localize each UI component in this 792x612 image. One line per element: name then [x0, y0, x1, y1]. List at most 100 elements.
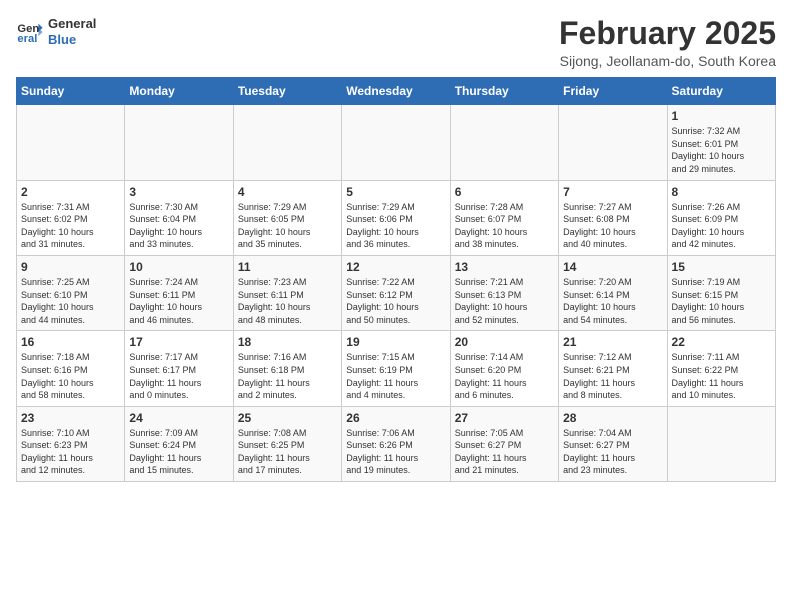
logo: Gen eral General Blue [16, 16, 96, 47]
day-number: 3 [129, 185, 228, 199]
day-number: 5 [346, 185, 445, 199]
day-number: 2 [21, 185, 120, 199]
day-number: 19 [346, 335, 445, 349]
day-info: Sunrise: 7:04 AM Sunset: 6:27 PM Dayligh… [563, 427, 662, 477]
day-cell: 19 Sunrise: 7:15 AM Sunset: 6:19 PM Dayli… [342, 331, 450, 406]
week-row-4: 16 Sunrise: 7:18 AM Sunset: 6:16 PM Dayli… [17, 331, 776, 406]
day-info: Sunrise: 7:21 AM Sunset: 6:13 PM Dayligh… [455, 276, 554, 326]
day-cell: 23 Sunrise: 7:10 AM Sunset: 6:23 PM Dayli… [17, 406, 125, 481]
day-number: 24 [129, 411, 228, 425]
day-info: Sunrise: 7:06 AM Sunset: 6:26 PM Dayligh… [346, 427, 445, 477]
weekday-header-saturday: Saturday [667, 78, 775, 105]
day-number: 10 [129, 260, 228, 274]
day-number: 7 [563, 185, 662, 199]
day-cell: 15Sunrise: 7:19 AM Sunset: 6:15 PM Dayli… [667, 255, 775, 330]
day-number: 16 [21, 335, 120, 349]
day-cell: 25 Sunrise: 7:08 AM Sunset: 6:25 PM Dayli… [233, 406, 341, 481]
day-info: Sunrise: 7:08 AM Sunset: 6:25 PM Dayligh… [238, 427, 337, 477]
weekday-header-row: SundayMondayTuesdayWednesdayThursdayFrid… [17, 78, 776, 105]
day-number: 23 [21, 411, 120, 425]
day-cell: 14Sunrise: 7:20 AM Sunset: 6:14 PM Dayli… [559, 255, 667, 330]
day-info: Sunrise: 7:18 AM Sunset: 6:16 PM Dayligh… [21, 351, 120, 401]
day-info: Sunrise: 7:11 AM Sunset: 6:22 PM Dayligh… [672, 351, 771, 401]
day-info: Sunrise: 7:05 AM Sunset: 6:27 PM Dayligh… [455, 427, 554, 477]
logo-text: General Blue [48, 16, 96, 47]
day-number: 17 [129, 335, 228, 349]
day-info: Sunrise: 7:26 AM Sunset: 6:09 PM Dayligh… [672, 201, 771, 251]
day-cell: 4Sunrise: 7:29 AM Sunset: 6:05 PM Daylig… [233, 180, 341, 255]
day-info: Sunrise: 7:10 AM Sunset: 6:23 PM Dayligh… [21, 427, 120, 477]
day-info: Sunrise: 7:15 AM Sunset: 6:19 PM Dayligh… [346, 351, 445, 401]
day-cell: 28Sunrise: 7:04 AM Sunset: 6:27 PM Dayli… [559, 406, 667, 481]
day-cell: 22 Sunrise: 7:11 AM Sunset: 6:22 PM Dayli… [667, 331, 775, 406]
day-info: Sunrise: 7:28 AM Sunset: 6:07 PM Dayligh… [455, 201, 554, 251]
day-info: Sunrise: 7:30 AM Sunset: 6:04 PM Dayligh… [129, 201, 228, 251]
day-info: Sunrise: 7:32 AM Sunset: 6:01 PM Dayligh… [672, 125, 771, 175]
day-cell: 17 Sunrise: 7:17 AM Sunset: 6:17 PM Dayli… [125, 331, 233, 406]
day-cell: 12 Sunrise: 7:22 AM Sunset: 6:12 PM Dayli… [342, 255, 450, 330]
day-number: 26 [346, 411, 445, 425]
day-info: Sunrise: 7:17 AM Sunset: 6:17 PM Dayligh… [129, 351, 228, 401]
day-cell [450, 105, 558, 180]
day-number: 22 [672, 335, 771, 349]
day-info: Sunrise: 7:16 AM Sunset: 6:18 PM Dayligh… [238, 351, 337, 401]
day-cell [559, 105, 667, 180]
week-row-2: 2 Sunrise: 7:31 AM Sunset: 6:02 PM Daylig… [17, 180, 776, 255]
day-cell: 7Sunrise: 7:27 AM Sunset: 6:08 PM Daylig… [559, 180, 667, 255]
day-info: Sunrise: 7:25 AM Sunset: 6:10 PM Dayligh… [21, 276, 120, 326]
day-cell: 10 Sunrise: 7:24 AM Sunset: 6:11 PM Dayli… [125, 255, 233, 330]
day-info: Sunrise: 7:24 AM Sunset: 6:11 PM Dayligh… [129, 276, 228, 326]
weekday-header-sunday: Sunday [17, 78, 125, 105]
day-cell: 27 Sunrise: 7:05 AM Sunset: 6:27 PM Dayli… [450, 406, 558, 481]
logo-line1: General [48, 16, 96, 32]
page-header: Gen eral General Blue February 2025 Sijo… [16, 16, 776, 69]
day-cell [233, 105, 341, 180]
day-info: Sunrise: 7:29 AM Sunset: 6:06 PM Dayligh… [346, 201, 445, 251]
day-info: Sunrise: 7:31 AM Sunset: 6:02 PM Dayligh… [21, 201, 120, 251]
day-cell: 5 Sunrise: 7:29 AM Sunset: 6:06 PM Daylig… [342, 180, 450, 255]
day-cell [17, 105, 125, 180]
day-info: Sunrise: 7:23 AM Sunset: 6:11 PM Dayligh… [238, 276, 337, 326]
day-cell: 9 Sunrise: 7:25 AM Sunset: 6:10 PM Daylig… [17, 255, 125, 330]
day-cell: 24 Sunrise: 7:09 AM Sunset: 6:24 PM Dayli… [125, 406, 233, 481]
day-cell: 1 Sunrise: 7:32 AM Sunset: 6:01 PM Daylig… [667, 105, 775, 180]
day-info: Sunrise: 7:19 AM Sunset: 6:15 PM Dayligh… [672, 276, 771, 326]
logo-line2: Blue [48, 32, 96, 48]
day-cell: 26 Sunrise: 7:06 AM Sunset: 6:26 PM Dayli… [342, 406, 450, 481]
day-info: Sunrise: 7:09 AM Sunset: 6:24 PM Dayligh… [129, 427, 228, 477]
day-number: 13 [455, 260, 554, 274]
week-row-3: 9 Sunrise: 7:25 AM Sunset: 6:10 PM Daylig… [17, 255, 776, 330]
day-cell [667, 406, 775, 481]
day-info: Sunrise: 7:14 AM Sunset: 6:20 PM Dayligh… [455, 351, 554, 401]
day-number: 20 [455, 335, 554, 349]
weekday-header-tuesday: Tuesday [233, 78, 341, 105]
day-info: Sunrise: 7:12 AM Sunset: 6:21 PM Dayligh… [563, 351, 662, 401]
day-number: 21 [563, 335, 662, 349]
day-cell: 11 Sunrise: 7:23 AM Sunset: 6:11 PM Dayli… [233, 255, 341, 330]
weekday-header-wednesday: Wednesday [342, 78, 450, 105]
day-cell: 13 Sunrise: 7:21 AM Sunset: 6:13 PM Dayli… [450, 255, 558, 330]
day-number: 14 [563, 260, 662, 274]
logo-icon: Gen eral [16, 18, 44, 46]
weekday-header-thursday: Thursday [450, 78, 558, 105]
day-cell: 16 Sunrise: 7:18 AM Sunset: 6:16 PM Dayli… [17, 331, 125, 406]
day-cell: 3 Sunrise: 7:30 AM Sunset: 6:04 PM Daylig… [125, 180, 233, 255]
day-info: Sunrise: 7:22 AM Sunset: 6:12 PM Dayligh… [346, 276, 445, 326]
weekday-header-monday: Monday [125, 78, 233, 105]
day-cell: 21 Sunrise: 7:12 AM Sunset: 6:21 PM Dayli… [559, 331, 667, 406]
day-cell: 6 Sunrise: 7:28 AM Sunset: 6:07 PM Daylig… [450, 180, 558, 255]
day-number: 1 [672, 109, 771, 123]
svg-text:eral: eral [17, 32, 37, 44]
day-number: 6 [455, 185, 554, 199]
day-number: 9 [21, 260, 120, 274]
day-number: 11 [238, 260, 337, 274]
location-subtitle: Sijong, Jeollanam-do, South Korea [559, 53, 776, 69]
weekday-header-friday: Friday [559, 78, 667, 105]
day-number: 12 [346, 260, 445, 274]
day-number: 27 [455, 411, 554, 425]
calendar-table: SundayMondayTuesdayWednesdayThursdayFrid… [16, 77, 776, 482]
day-number: 18 [238, 335, 337, 349]
month-title: February 2025 [559, 16, 776, 51]
day-number: 25 [238, 411, 337, 425]
day-number: 4 [238, 185, 337, 199]
